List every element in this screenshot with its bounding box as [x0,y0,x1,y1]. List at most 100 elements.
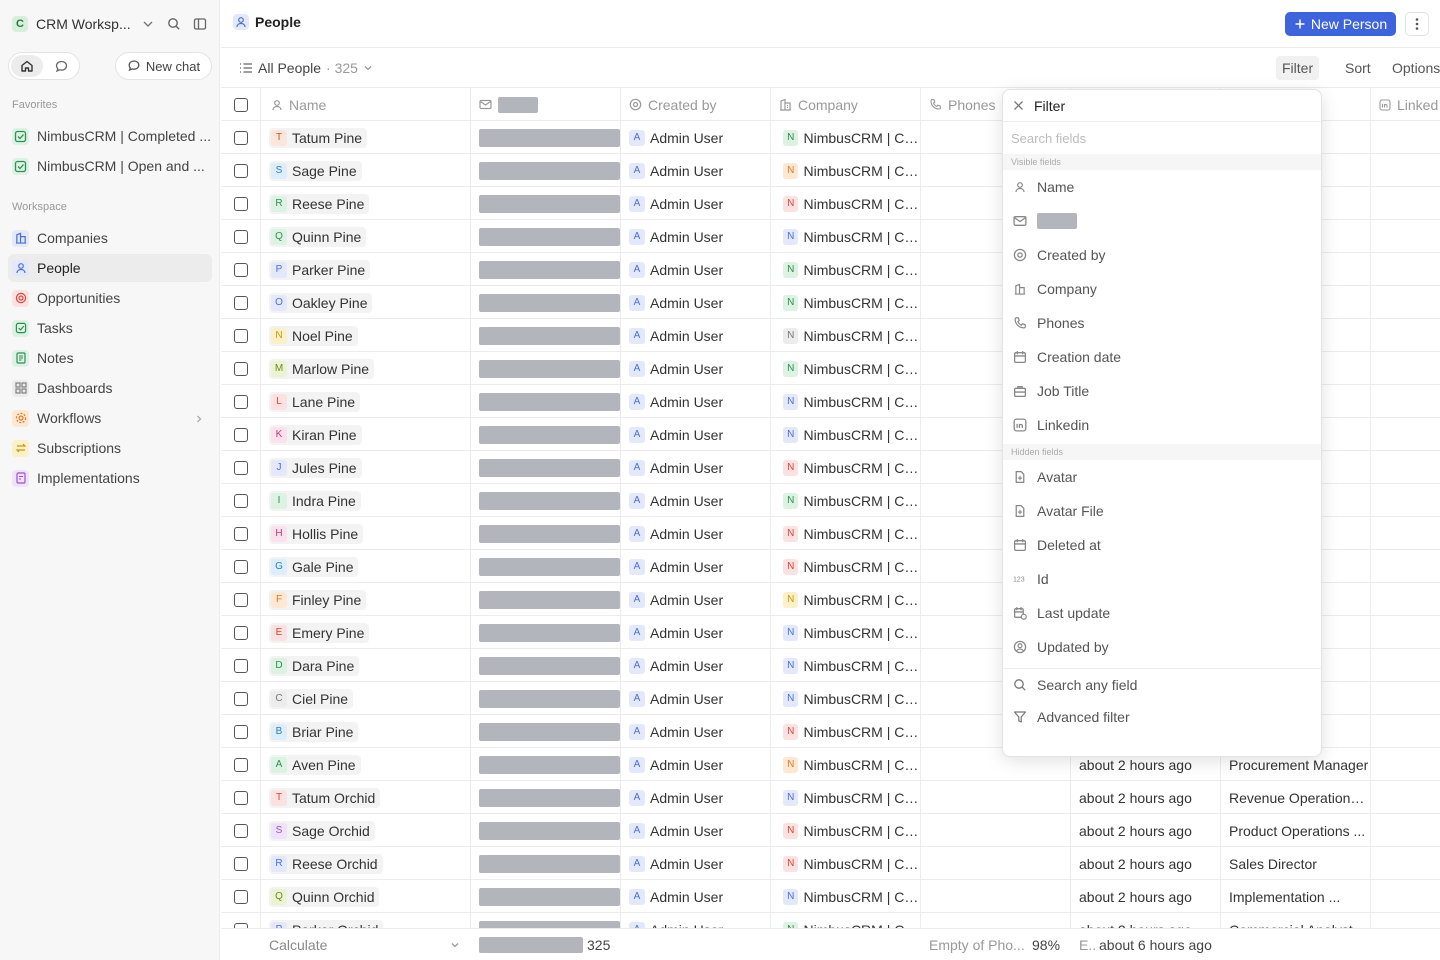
sidebar-item-companies[interactable]: Companies [8,224,212,252]
person-chip[interactable]: I Indra Pine [269,490,361,511]
linkedin-cell[interactable] [1371,220,1440,253]
created-by-cell[interactable]: A Admin User [621,319,771,352]
email-cell[interactable] [471,418,621,451]
name-cell[interactable]: C Ciel Pine [261,682,471,715]
sidebar-item-opportunities[interactable]: Opportunities [8,284,212,312]
filter-field-email[interactable] [1003,204,1321,238]
row-checkbox[interactable] [233,328,248,343]
created-by-cell[interactable]: A Admin User [621,517,771,550]
row-checkbox[interactable] [233,691,248,706]
company-cell[interactable]: N NimbusCRM | Co... [771,715,921,748]
creation-date-cell[interactable]: about 2 hours ago [1071,913,1221,928]
email-cell[interactable] [471,715,621,748]
person-chip[interactable]: B Briar Pine [269,721,359,742]
email-cell[interactable] [471,484,621,517]
row-checkbox[interactable] [233,493,248,508]
created-by-cell[interactable]: A Admin User [621,781,771,814]
company-cell[interactable]: N NimbusCRM | Co... [771,451,921,484]
phones-cell[interactable] [921,880,1071,913]
company-cell[interactable]: N NimbusCRM | Co... [771,550,921,583]
created-by-cell[interactable]: A Admin User [621,748,771,781]
email-cell[interactable] [471,847,621,880]
person-chip[interactable]: G Gale Pine [269,556,359,577]
job-title-cell[interactable]: Sales Director [1221,847,1371,880]
email-cell[interactable] [471,352,621,385]
company-cell[interactable]: N NimbusCRM | Co... [771,418,921,451]
row-checkbox[interactable] [233,163,248,178]
sidebar-item-subscriptions[interactable]: Subscriptions [8,434,212,462]
column-header-linkedin[interactable]: Linked [1371,88,1440,121]
company-cell[interactable]: N NimbusCRM | Co... [771,682,921,715]
name-cell[interactable]: O Oakley Pine [261,286,471,319]
creation-date-cell[interactable]: about 2 hours ago [1071,781,1221,814]
linkedin-cell[interactable] [1371,649,1440,682]
column-header-company[interactable]: Company [771,88,921,121]
name-cell[interactable]: G Gale Pine [261,550,471,583]
filter-field-linkedin[interactable]: Linkedin [1003,408,1321,442]
person-chip[interactable]: A Aven Pine [269,754,361,775]
chat-button[interactable] [49,55,73,77]
company-cell[interactable]: N NimbusCRM | Co... [771,847,921,880]
linkedin-cell[interactable] [1371,847,1440,880]
row-checkbox[interactable] [233,757,248,772]
phones-cell[interactable] [921,781,1071,814]
name-cell[interactable]: Q Quinn Orchid [261,880,471,913]
email-cell[interactable] [471,583,621,616]
email-cell[interactable] [471,814,621,847]
filter-field-last-update[interactable]: Last update [1003,596,1321,630]
linkedin-cell[interactable] [1371,517,1440,550]
created-by-cell[interactable]: A Admin User [621,880,771,913]
linkedin-cell[interactable] [1371,550,1440,583]
created-by-cell[interactable]: A Admin User [621,715,771,748]
person-chip[interactable]: D Dara Pine [269,655,360,676]
linkedin-cell[interactable] [1371,253,1440,286]
sidebar-item-tasks[interactable]: Tasks [8,314,212,342]
company-cell[interactable]: N NimbusCRM | Co... [771,319,921,352]
linkedin-cell[interactable] [1371,583,1440,616]
created-by-cell[interactable]: A Admin User [621,385,771,418]
job-title-cell[interactable]: Revenue Operations ... [1221,781,1371,814]
name-cell[interactable]: B Briar Pine [261,715,471,748]
creation-date-cell[interactable]: about 2 hours ago [1071,814,1221,847]
person-chip[interactable]: C Ciel Pine [269,688,354,709]
linkedin-cell[interactable] [1371,748,1440,781]
email-cell[interactable] [471,781,621,814]
filter-button[interactable]: Filter [1276,56,1320,80]
person-chip[interactable]: P Parker Pine [269,259,371,280]
created-by-cell[interactable]: A Admin User [621,451,771,484]
filter-field-created-by[interactable]: Created by [1003,238,1321,272]
person-chip[interactable]: J Jules Pine [269,457,362,478]
filter-field-creation-date[interactable]: Creation date [1003,340,1321,374]
close-icon[interactable] [1013,100,1024,111]
company-cell[interactable]: N NimbusCRM | Co... [771,121,921,154]
search-fields-input[interactable] [1011,130,1291,146]
filter-field-updated-by[interactable]: Updated by [1003,630,1321,664]
created-by-cell[interactable]: A Admin User [621,649,771,682]
calculate-button[interactable]: Calculate [269,937,327,953]
company-cell[interactable]: N NimbusCRM | Co... [771,583,921,616]
email-cell[interactable] [471,187,621,220]
name-cell[interactable]: F Finley Pine [261,583,471,616]
filter-field-phones[interactable]: Phones [1003,306,1321,340]
row-checkbox[interactable] [233,361,248,376]
person-chip[interactable]: Q Quinn Orchid [269,886,380,907]
created-by-cell[interactable]: A Admin User [621,418,771,451]
company-cell[interactable]: N NimbusCRM | Co... [771,154,921,187]
person-chip[interactable]: K Kiran Pine [269,424,362,445]
person-chip[interactable]: T Tatum Orchid [269,787,381,808]
linkedin-cell[interactable] [1371,880,1440,913]
name-cell[interactable]: E Emery Pine [261,616,471,649]
person-chip[interactable]: H Hollis Pine [269,523,364,544]
more-options-button[interactable] [1405,12,1429,36]
linkedin-cell[interactable] [1371,616,1440,649]
new-chat-button[interactable]: New chat [115,52,212,80]
row-checkbox[interactable] [233,592,248,607]
home-button[interactable] [11,55,43,77]
row-checkbox[interactable] [233,196,248,211]
row-checkbox[interactable] [233,130,248,145]
company-cell[interactable]: N NimbusCRM | Co... [771,286,921,319]
company-cell[interactable]: N NimbusCRM | Co... [771,220,921,253]
person-chip[interactable]: L Lane Pine [269,391,361,412]
linkedin-cell[interactable] [1371,286,1440,319]
row-checkbox[interactable] [233,823,248,838]
